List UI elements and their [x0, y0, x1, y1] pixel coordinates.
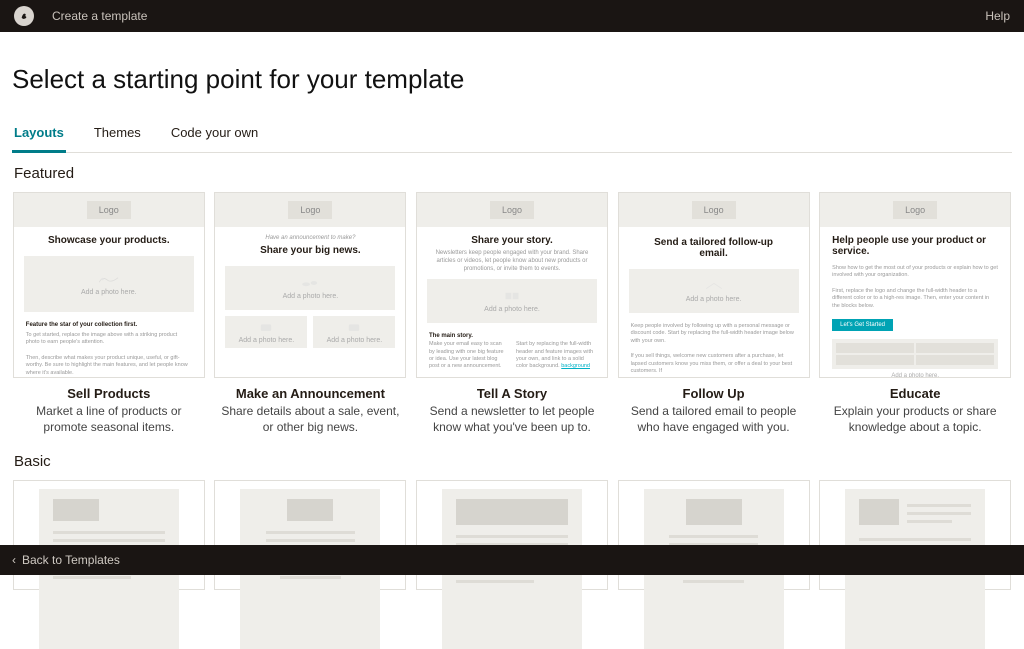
- card-desc: Share details about a sale, event, or ot…: [214, 403, 408, 435]
- template-card-educate[interactable]: Logo Help people use your product or ser…: [819, 192, 1011, 378]
- preview-body: Show how to get the most out of your pro…: [820, 261, 1010, 284]
- preview-sub: Newsletters keep people engaged with you…: [417, 250, 607, 273]
- card-title: Educate: [890, 386, 941, 401]
- card-title: Sell Products: [67, 386, 150, 401]
- section-basic-title: Basic: [14, 453, 1012, 470]
- mailchimp-logo: [14, 6, 34, 26]
- back-to-templates-link[interactable]: ‹ Back to Templates: [12, 553, 120, 567]
- page-title: Select a starting point for your templat…: [12, 64, 1012, 95]
- tabs: Layouts Themes Code your own: [12, 119, 1012, 153]
- layout-block: [456, 499, 568, 525]
- preview-cta: Let's Get Started: [832, 319, 893, 331]
- preview-body: If you sell things, welcome new customer…: [619, 349, 809, 378]
- layout-block: [859, 499, 899, 525]
- layout-block: [53, 499, 99, 521]
- card-title: Tell A Story: [477, 386, 547, 401]
- preview-col: Start by replacing the full-width header…: [516, 341, 595, 370]
- photo-grid: [832, 339, 998, 369]
- photo-placeholder: Add a photo here.: [225, 266, 395, 310]
- layout-block: [686, 499, 742, 525]
- layout-block: [287, 499, 333, 521]
- preview-prehead: Have an announcement to make?: [215, 227, 405, 243]
- tab-themes[interactable]: Themes: [92, 119, 143, 153]
- preview-caption: The main story.: [417, 329, 607, 339]
- bottom-bar: ‹ Back to Templates: [0, 545, 1024, 575]
- photo-placeholder: Add a photo here.: [225, 316, 307, 348]
- preview-caption: Feature the star of your collection firs…: [14, 318, 204, 328]
- logo-placeholder: Logo: [893, 201, 937, 219]
- preview-headline: Share your story.: [417, 227, 607, 250]
- chevron-left-icon: ‹: [12, 553, 16, 567]
- card-desc: Market a line of products or promote sea…: [12, 403, 206, 435]
- card-desc: Send a newsletter to let people know wha…: [415, 403, 609, 435]
- card-desc: Send a tailored email to people who have…: [617, 403, 811, 435]
- logo-placeholder: Logo: [692, 201, 736, 219]
- card-title: Follow Up: [683, 386, 745, 401]
- create-template-link[interactable]: Create a template: [52, 9, 147, 23]
- preview-headline: Showcase your products.: [14, 227, 204, 250]
- template-card-sell-products[interactable]: Logo Showcase your products. Add a photo…: [13, 192, 205, 378]
- preview-headline: Help people use your product or service.: [820, 227, 1010, 261]
- top-bar: Create a template Help: [0, 0, 1024, 32]
- preview-col: Make your email easy to scan by leading …: [429, 341, 508, 370]
- tab-layouts[interactable]: Layouts: [12, 119, 66, 153]
- logo-placeholder: Logo: [87, 201, 131, 219]
- card-desc: Explain your products or share knowledge…: [818, 403, 1012, 435]
- preview-body: Then, describe what makes your product u…: [14, 351, 204, 378]
- photo-placeholder: Add a photo here.: [313, 316, 395, 348]
- photo-placeholder: Add a photo here.: [629, 269, 799, 313]
- card-title: Make an Announcement: [236, 386, 385, 401]
- photo-placeholder: Add a photo here.: [427, 279, 597, 323]
- preview-headline: Send a tailored follow-up email.: [619, 227, 809, 263]
- help-link[interactable]: Help: [985, 9, 1010, 23]
- preview-body: First, replace the logo and change the f…: [820, 284, 1010, 314]
- preview-body: To get started, replace the image above …: [14, 328, 204, 351]
- photo-caption: Add a photo here.: [820, 373, 1010, 378]
- template-card-tell-story[interactable]: Logo Share your story. Newsletters keep …: [416, 192, 608, 378]
- photo-placeholder: Add a photo here.: [24, 256, 194, 312]
- featured-row: Logo Showcase your products. Add a photo…: [12, 192, 1012, 435]
- template-card-follow-up[interactable]: Logo Send a tailored follow-up email. Ad…: [618, 192, 810, 378]
- preview-headline: Share your big news.: [215, 243, 405, 260]
- tab-code-your-own[interactable]: Code your own: [169, 119, 260, 153]
- template-card-announcement[interactable]: Logo Have an announcement to make? Share…: [214, 192, 406, 378]
- logo-placeholder: Logo: [490, 201, 534, 219]
- preview-body: Keep people involved by following up wit…: [619, 319, 809, 349]
- logo-placeholder: Logo: [288, 201, 332, 219]
- section-featured-title: Featured: [14, 165, 1012, 182]
